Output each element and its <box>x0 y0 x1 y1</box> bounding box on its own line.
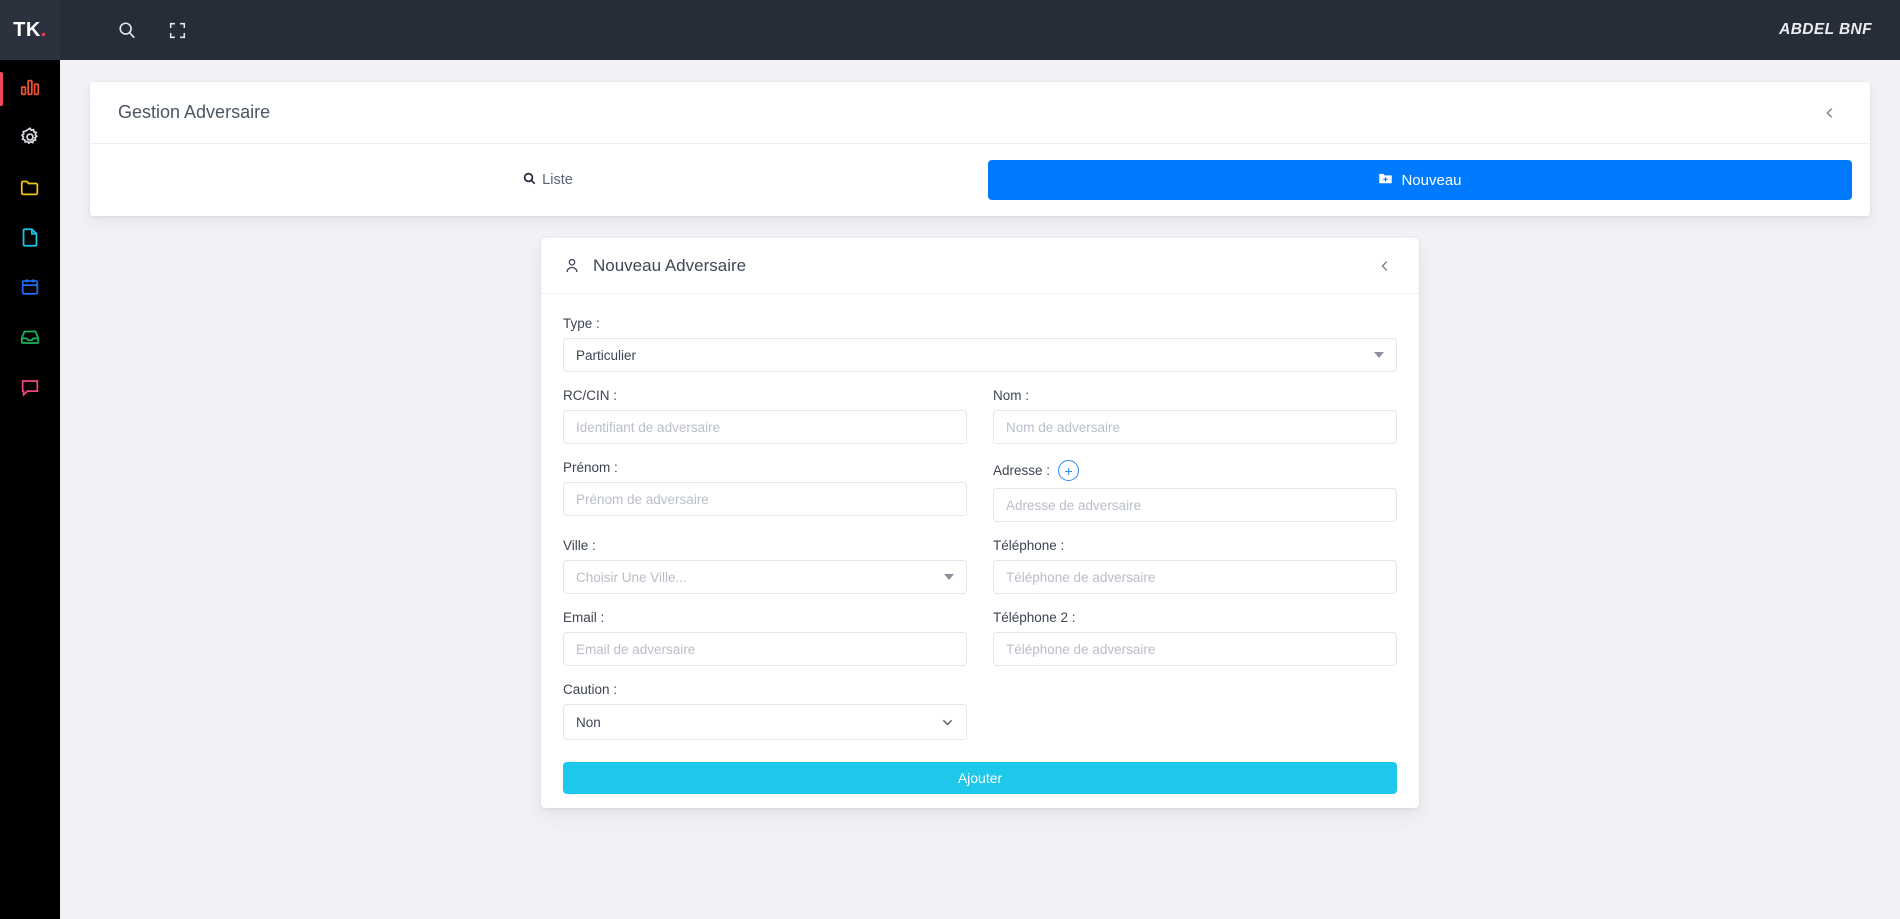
nom-input[interactable] <box>993 410 1397 444</box>
sidebar <box>0 60 60 919</box>
row-ville-telephone: Ville : Choisir Une Ville... Téléphone : <box>563 538 1397 610</box>
topbar-icon-group <box>112 15 192 45</box>
user-icon <box>563 257 581 275</box>
field-type: Type : Particulier <box>563 316 1397 372</box>
main-content: Gestion Adversaire Liste Nouveau Nouveau… <box>60 60 1900 919</box>
fullscreen-icon[interactable] <box>162 15 192 45</box>
new-adversaire-form-card: Nouveau Adversaire Type : Particulier RC… <box>541 238 1419 808</box>
adresse-input[interactable] <box>993 488 1397 522</box>
top-bar: TK. ABDEL BNF <box>0 0 1900 60</box>
calendar-icon <box>19 276 41 303</box>
bar-chart-icon <box>19 76 41 103</box>
chevron-down-icon <box>941 716 954 729</box>
sidebar-item-inbox[interactable] <box>0 314 60 364</box>
chevron-down-icon <box>1374 352 1384 358</box>
field-email: Email : <box>563 610 967 666</box>
logo-dot: . <box>40 18 47 41</box>
tab-liste-label: Liste <box>542 172 573 188</box>
field-nom-label: Nom : <box>993 388 1030 403</box>
page-title: Gestion Adversaire <box>118 102 271 122</box>
field-type-label: Type : <box>563 316 600 331</box>
field-nom: Nom : <box>993 388 1397 444</box>
field-rc-cin: RC/CIN : <box>563 388 967 444</box>
field-ville: Ville : Choisir Une Ville... <box>563 538 967 594</box>
form-card-header: Nouveau Adversaire <box>541 238 1419 294</box>
sidebar-item-folders[interactable] <box>0 164 60 214</box>
sidebar-item-messages[interactable] <box>0 364 60 414</box>
form-body: Type : Particulier RC/CIN : Nom : <box>541 294 1419 794</box>
type-select[interactable]: Particulier <box>563 338 1397 372</box>
field-telephone2-label: Téléphone 2 : <box>993 610 1076 625</box>
field-caution: Caution : Non <box>563 682 967 740</box>
row-email-telephone2: Email : Téléphone 2 : <box>563 610 1397 682</box>
sidebar-item-dashboard[interactable] <box>0 64 60 114</box>
ville-select-value: Choisir Une Ville... <box>576 569 687 585</box>
field-telephone2: Téléphone 2 : <box>993 610 1397 666</box>
plus-icon[interactable]: + <box>1058 460 1080 481</box>
page-card-header: Gestion Adversaire <box>90 82 1870 144</box>
page-card: Gestion Adversaire Liste Nouveau <box>90 82 1870 216</box>
field-telephone: Téléphone : <box>993 538 1397 594</box>
logo-text: TK <box>13 18 41 41</box>
field-ville-label: Ville : <box>563 538 596 553</box>
folder-plus-icon <box>1378 171 1393 190</box>
sidebar-item-settings[interactable] <box>0 114 60 164</box>
field-adresse-label: Adresse : <box>993 463 1051 478</box>
ajouter-button[interactable]: Ajouter <box>563 762 1397 794</box>
email-input[interactable] <box>563 632 967 666</box>
tab-liste[interactable]: Liste <box>108 160 988 200</box>
inbox-icon <box>19 326 41 353</box>
chevron-left-icon[interactable] <box>1373 254 1397 278</box>
active-indicator <box>0 72 3 106</box>
message-icon <box>19 376 41 403</box>
ville-select[interactable]: Choisir Une Ville... <box>563 560 967 594</box>
telephone-input[interactable] <box>993 560 1397 594</box>
field-prenom: Prénom : <box>563 460 967 522</box>
tab-nouveau-label: Nouveau <box>1401 171 1462 189</box>
field-rc-cin-label: RC/CIN : <box>563 388 617 403</box>
chevron-down-icon <box>944 574 954 580</box>
field-caution-label: Caution : <box>563 682 618 697</box>
chevron-left-icon[interactable] <box>1818 101 1842 125</box>
prenom-input[interactable] <box>563 482 967 516</box>
row-rccin-nom: RC/CIN : Nom : <box>563 388 1397 460</box>
type-select-value: Particulier <box>576 347 637 363</box>
folder-icon <box>19 176 41 203</box>
search-icon[interactable] <box>112 15 142 45</box>
caution-select-value: Non <box>576 714 601 730</box>
gear-icon <box>19 126 41 153</box>
form-card-title: Nouveau Adversaire <box>593 255 747 275</box>
caution-spacer <box>993 682 1397 756</box>
sidebar-item-documents[interactable] <box>0 214 60 264</box>
form-wrapper: Nouveau Adversaire Type : Particulier RC… <box>60 238 1900 808</box>
sidebar-item-calendar[interactable] <box>0 264 60 314</box>
caution-select[interactable]: Non <box>563 704 967 740</box>
field-adresse: Adresse : + <box>993 460 1397 522</box>
field-prenom-label: Prénom : <box>563 460 618 475</box>
tab-nouveau[interactable]: Nouveau <box>988 160 1852 200</box>
user-name[interactable]: ABDEL BNF <box>1779 21 1872 39</box>
field-telephone-label: Téléphone : <box>993 538 1065 553</box>
field-email-label: Email : <box>563 610 605 625</box>
tabs-row: Liste Nouveau <box>90 144 1870 216</box>
row-caution: Caution : Non <box>563 682 1397 756</box>
search-icon <box>523 172 536 188</box>
telephone2-input[interactable] <box>993 632 1397 666</box>
field-adresse-label-row: Adresse : + <box>993 460 1397 481</box>
rc-cin-input[interactable] <box>563 410 967 444</box>
file-icon <box>19 226 41 253</box>
app-logo[interactable]: TK. <box>0 0 60 60</box>
row-prenom-adresse: Prénom : Adresse : + <box>563 460 1397 538</box>
